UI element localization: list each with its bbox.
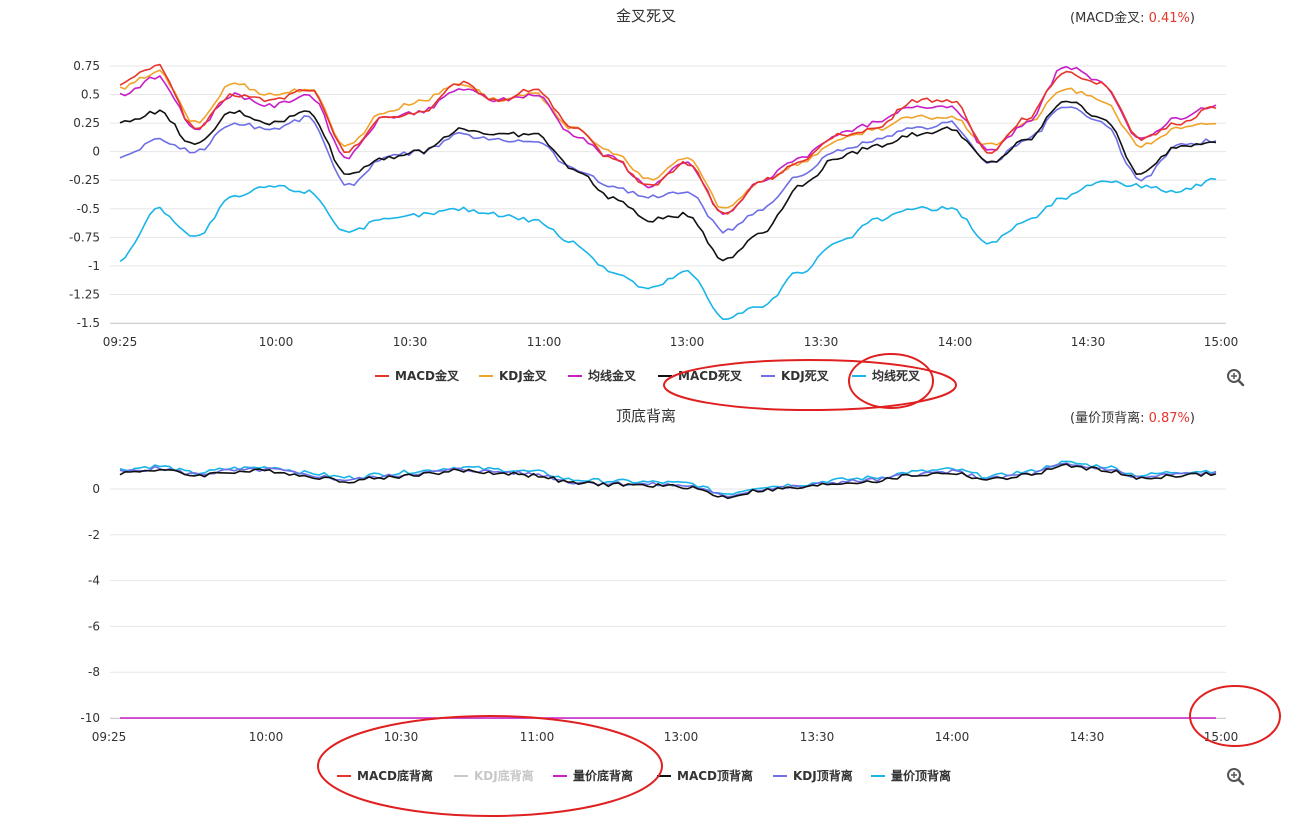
series-line-2 [119, 65, 1217, 215]
legend-item-label[interactable]: KDJ死叉 [781, 369, 830, 383]
chart2-corner-close: ) [1190, 411, 1195, 426]
chart1-legend: MACD金叉 KDJ金叉 均线金叉 MACD死叉 KDJ死叉 均线死叉 [375, 368, 921, 383]
chart-canvas: 金叉死叉 (MACD金叉: 0.41%) 0.75 0.5 0.25 0 -0.25 -0… [69, 7, 1281, 817]
x-tick-label: 10:00 [249, 730, 284, 744]
x-tick-label: 13:30 [800, 730, 835, 744]
chart-divergence: 顶底背离 (量价顶背离: 0.87%) 0 -2 -4 -6 -8 -10 09:25 10… [80, 407, 1238, 783]
chart-golden-death-cross: 金叉死叉 (MACD金叉: 0.41%) 0.75 0.5 0.25 0 -0.25 -0… [69, 7, 1238, 383]
y-tick-label: -8 [88, 665, 100, 679]
y-tick-label: -1 [88, 259, 100, 273]
chart2-x-ticks: 09:25 10:00 10:30 11:00 13:00 13:30 14:00 14:30… [92, 730, 1239, 744]
zoom-in-icon[interactable] [1227, 369, 1245, 387]
chart2-gridlines [110, 488, 1226, 719]
legend-item-label[interactable]: 均线金叉 [588, 368, 637, 383]
y-tick-label: -4 [88, 574, 100, 588]
legend-item-label[interactable]: MACD金叉 [395, 368, 460, 383]
annotation-ellipse [317, 715, 663, 817]
y-tick-label: -1.25 [69, 287, 100, 301]
legend-item-label[interactable]: KDJ底背离 [474, 768, 534, 783]
annotation-ellipse [663, 359, 957, 411]
x-tick-label: 15:00 [1204, 335, 1239, 349]
y-tick-label: -6 [88, 619, 100, 633]
y-tick-label: -10 [80, 711, 100, 725]
y-tick-label: 0.25 [73, 116, 100, 130]
chart2-corner-label: (量价顶背离: [1070, 410, 1149, 426]
zoom-in-icon[interactable] [1227, 768, 1245, 786]
chart2-y-ticks: 0 -2 -4 -6 -8 -10 [80, 482, 100, 725]
y-tick-label: -0.75 [69, 230, 100, 244]
y-tick-label: 0 [92, 482, 100, 496]
x-tick-label: 14:30 [1071, 335, 1106, 349]
x-tick-label: 10:30 [393, 335, 428, 349]
series-line-0 [119, 63, 1217, 215]
legend-item-label[interactable]: 均线死叉 [872, 368, 921, 383]
x-tick-label: 13:00 [664, 730, 699, 744]
chart1-series [119, 63, 1217, 321]
x-tick-label: 11:00 [520, 730, 555, 744]
y-tick-label: 0.5 [81, 88, 100, 102]
x-tick-label: 09:25 [103, 335, 138, 349]
legend-item-label[interactable]: 量价顶背离 [891, 768, 951, 783]
y-tick-label: -0.5 [77, 202, 100, 216]
x-tick-label: 10:00 [259, 335, 294, 349]
y-tick-label: -1.5 [77, 316, 100, 330]
chart1-title: 金叉死叉 [616, 7, 676, 25]
legend-item-label[interactable]: MACD顶背离 [677, 768, 753, 783]
y-tick-label: 0.75 [73, 59, 100, 73]
x-tick-label: 14:00 [935, 730, 970, 744]
x-tick-label: 14:30 [1070, 730, 1105, 744]
x-tick-label: 14:00 [938, 335, 973, 349]
chart1-corner-readout: (MACD金叉: 0.41%) [1070, 10, 1195, 26]
chart1-corner-value: 0.41% [1149, 11, 1190, 26]
chart2-series [119, 460, 1217, 719]
chart1-x-ticks: 09:25 10:00 10:30 11:00 13:00 13:30 14:00 14:30… [103, 335, 1239, 349]
chart2-title: 顶底背离 [616, 407, 676, 425]
chart2-legend: MACD底背离 KDJ底背离 量价底背离 MACD顶背离 KDJ顶背离 量价顶背离 [337, 768, 951, 783]
y-tick-label: 0 [92, 145, 100, 159]
x-tick-label: 11:00 [527, 335, 562, 349]
x-tick-label: 09:25 [92, 730, 127, 744]
y-tick-label: -2 [88, 528, 100, 542]
x-tick-label: 10:30 [384, 730, 419, 744]
series-line-1 [119, 69, 1216, 209]
chart2-corner-readout: (量价顶背离: 0.87%) [1070, 410, 1195, 426]
x-tick-label: 13:00 [670, 335, 705, 349]
legend-item-label[interactable]: MACD底背离 [357, 768, 433, 783]
series-line-4 [119, 106, 1217, 234]
series-line-5 [119, 177, 1217, 321]
chart1-y-ticks: 0.75 0.5 0.25 0 -0.25 -0.5 -0.75 -1 -1.25 -1.5 [69, 59, 100, 330]
chart1-corner-close: ) [1190, 11, 1195, 26]
legend-item-label[interactable]: 量价底背离 [573, 768, 633, 783]
x-tick-label: 15:00 [1204, 730, 1239, 744]
chart2-corner-value: 0.87% [1149, 411, 1190, 426]
chart1-corner-label: (MACD金叉: [1070, 10, 1149, 26]
y-tick-label: -0.25 [69, 173, 100, 187]
legend-item-label[interactable]: KDJ顶背离 [793, 768, 853, 783]
legend-item-label[interactable]: KDJ金叉 [499, 368, 548, 383]
x-tick-label: 13:30 [804, 335, 839, 349]
